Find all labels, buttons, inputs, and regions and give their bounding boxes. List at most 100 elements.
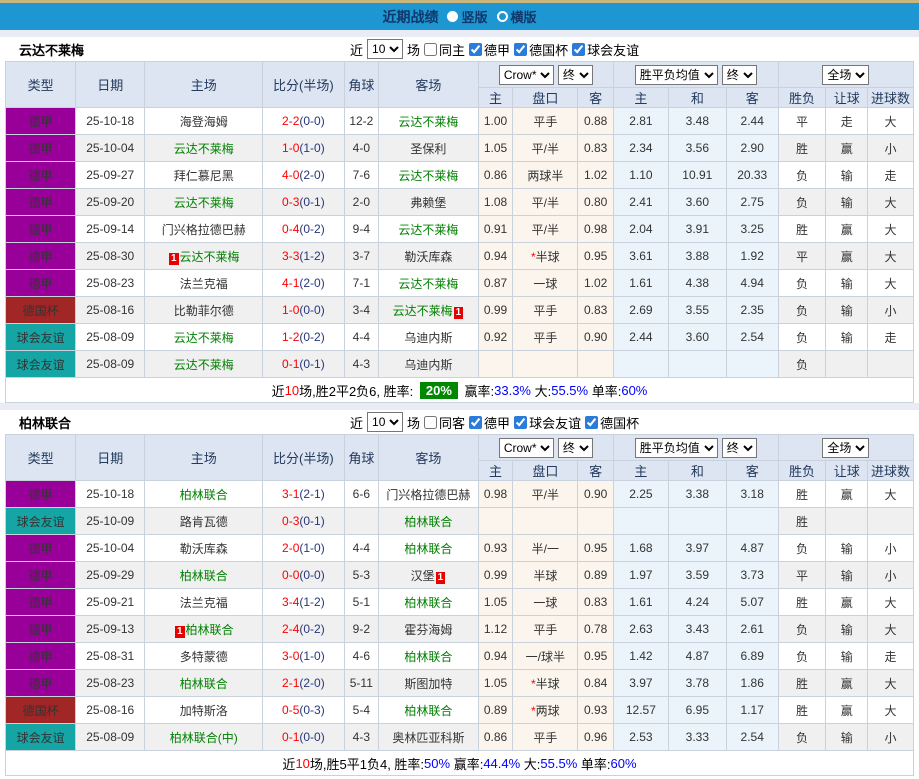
odds-cell: 1.02	[577, 161, 614, 189]
team-name: 云达不莱梅	[19, 42, 85, 58]
column-subheader: 主	[612, 460, 669, 481]
avg-odds-cell: 10.91	[667, 161, 727, 189]
match-row: 德甲 25-10-04 云达不莱梅 1-0(1-0) 4-0 圣保利 1.05 平/半 0.83…	[4, 134, 914, 162]
odds-company-select[interactable]: Crow*	[498, 64, 554, 85]
match-type-cell: 德甲	[4, 534, 77, 562]
date-cell: 25-09-20	[75, 188, 146, 216]
league-filter-checkbox[interactable]: 德甲	[469, 413, 510, 432]
odds-cell: 0.94	[477, 642, 514, 670]
column-subheader: 主	[477, 460, 514, 481]
league-filter-checkbox[interactable]: 德甲	[469, 40, 510, 59]
checkbox[interactable]	[424, 415, 438, 429]
column-subheader: 客	[577, 87, 614, 108]
column-subheader: 让球	[825, 87, 869, 108]
away-team-cell: 乌迪内斯	[378, 350, 479, 378]
avg-odds-cell: 2.44	[612, 323, 669, 351]
match-type-cell: 球会友谊	[4, 723, 77, 751]
odds-cell: 0.88	[577, 107, 614, 135]
avg-odds-cell: 2.54	[725, 723, 779, 751]
odds-cell: 0.95	[577, 242, 614, 270]
recent-count-select[interactable]: 10	[367, 412, 404, 432]
checkbox[interactable]	[514, 42, 528, 56]
date-cell: 25-10-04	[75, 534, 146, 562]
same-venue-checkbox[interactable]: 同主	[424, 40, 465, 59]
vertical-layout-radio[interactable]: 竖版	[447, 7, 488, 26]
scope-select[interactable]: 全场	[822, 437, 870, 458]
checkbox-label: 德国杯	[600, 415, 640, 431]
avg-odds-cell: 1.92	[725, 242, 779, 270]
avg-final-select[interactable]: 终	[721, 64, 757, 85]
match-row: 球会友谊 25-08-09 柏林联合(中) 0-1(0-0) 4-3 奥林匹亚科斯 0.86…	[4, 723, 914, 751]
avg-odds-cell: 3.25	[725, 215, 779, 243]
result-cell: 平	[777, 561, 827, 589]
odds-cell: 0.90	[577, 480, 614, 508]
corner-cell: 3-4	[343, 296, 380, 324]
horizontal-layout-radio[interactable]: 横版	[496, 7, 537, 26]
result-cell: 负	[777, 350, 827, 378]
avg-final-select[interactable]: 终	[721, 437, 757, 458]
checkbox[interactable]	[514, 415, 528, 429]
avg-odds-cell	[612, 350, 669, 378]
result-cell: 小	[867, 134, 914, 162]
match-row: 德甲 25-09-21 法兰克福 3-4(1-2) 5-1 柏林联合 1.05 一球 0.83 1…	[4, 588, 914, 616]
date-cell: 25-08-09	[75, 723, 146, 751]
avg-odds-cell: 2.54	[725, 323, 779, 351]
home-team-cell: 路肯瓦德	[144, 507, 264, 535]
checkbox[interactable]	[585, 415, 599, 429]
checkbox[interactable]	[572, 42, 586, 56]
odds-company-select[interactable]: Crow*	[498, 437, 554, 458]
date-cell: 25-10-09	[75, 507, 146, 535]
avg-odds-cell: 1.42	[612, 642, 669, 670]
page-title: 近期战绩	[382, 8, 439, 25]
odds-cell: 0.93	[477, 534, 514, 562]
avg-odds-select[interactable]: 胜平负均值	[634, 64, 718, 85]
avg-odds-cell: 1.10	[612, 161, 669, 189]
match-row: 德甲 25-09-27 拜仁慕尼黑 4-0(2-0) 7-6 云达不莱梅 0.86 两球半 1.…	[4, 161, 914, 189]
league-filter-checkbox[interactable]: 球会友谊	[514, 413, 581, 432]
odds-cell: 0.98	[477, 480, 514, 508]
date-cell: 25-09-27	[75, 161, 146, 189]
odds-cell: 一/球半	[512, 642, 579, 670]
score-cell: 2-1(2-0)	[262, 669, 345, 697]
column-subheader: 客	[725, 460, 779, 481]
avg-odds-cell: 3.55	[667, 296, 727, 324]
avg-odds-cell: 3.60	[667, 323, 727, 351]
odds-cell: 0.83	[577, 588, 614, 616]
summary-segment: 33.3%	[494, 382, 531, 398]
team-section-1: 柏林联合 近 10 场 同客 德甲 球会友谊 德国杯 类型 日期 主场 比分(半场) 角球客…	[4, 410, 915, 776]
same-venue-checkbox[interactable]: 同客	[424, 413, 465, 432]
matches-table: 类型 日期 主场 比分(半场) 角球 客场 Crow* 终胜平负均值终全场主盘口客主和客胜负让…	[4, 61, 915, 378]
column-header: 主场	[144, 61, 264, 108]
away-team-cell: 霍芬海姆	[378, 615, 479, 643]
checkbox[interactable]	[469, 42, 483, 56]
result-cell: 大	[867, 588, 914, 616]
league-filter-checkbox[interactable]: 德国杯	[514, 40, 568, 59]
odds-cell: 0.90	[577, 323, 614, 351]
scope-select[interactable]: 全场	[822, 64, 870, 85]
divider-strip	[0, 403, 919, 410]
result-cell: 负	[777, 269, 827, 297]
checkbox-label: 同客	[439, 415, 466, 431]
score-cell: 3-3(1-2)	[262, 242, 345, 270]
avg-odds-cell: 2.61	[725, 615, 779, 643]
result-cell: 输	[825, 642, 869, 670]
recent-count-select[interactable]: 10	[367, 39, 404, 59]
score-cell: 3-0(1-0)	[262, 642, 345, 670]
checkbox[interactable]	[424, 42, 438, 56]
league-filter-checkbox[interactable]: 德国杯	[585, 413, 639, 432]
checkbox[interactable]	[469, 415, 483, 429]
avg-odds-cell: 4.24	[667, 588, 727, 616]
away-team-cell: 柏林联合	[378, 696, 479, 724]
match-type-cell: 德甲	[4, 561, 77, 589]
odds-final-select[interactable]: 终	[557, 437, 593, 458]
odds-final-select[interactable]: 终	[557, 64, 593, 85]
summary-segment: 赢率:	[460, 383, 495, 399]
league-filters: 德甲 球会友谊 德国杯	[469, 413, 639, 432]
home-team-cell: 法兰克福	[144, 588, 264, 616]
odds-cell: 平/半	[512, 134, 579, 162]
radio-icon	[447, 11, 459, 22]
avg-odds-select[interactable]: 胜平负均值	[634, 437, 718, 458]
odds-cell: 平手	[512, 296, 579, 324]
summary-segment: 55.5%	[551, 382, 589, 398]
league-filter-checkbox[interactable]: 球会友谊	[572, 40, 639, 59]
